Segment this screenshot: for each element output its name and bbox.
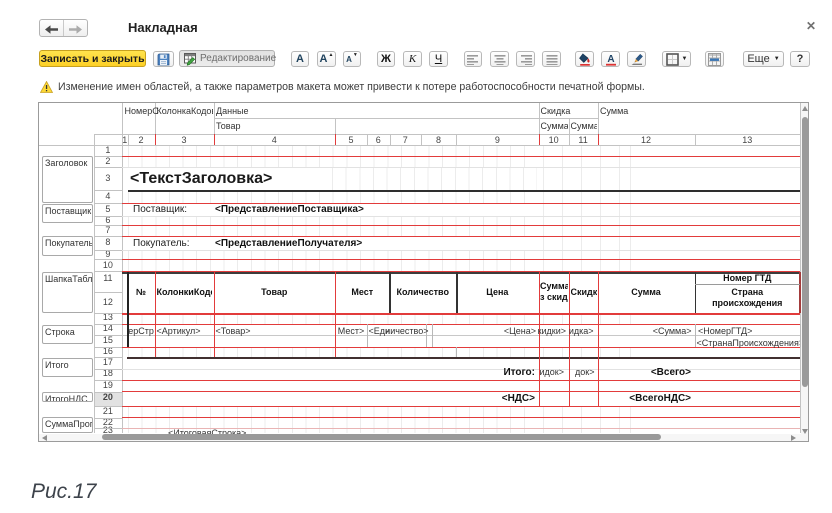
svg-text:A: A [607, 54, 614, 65]
